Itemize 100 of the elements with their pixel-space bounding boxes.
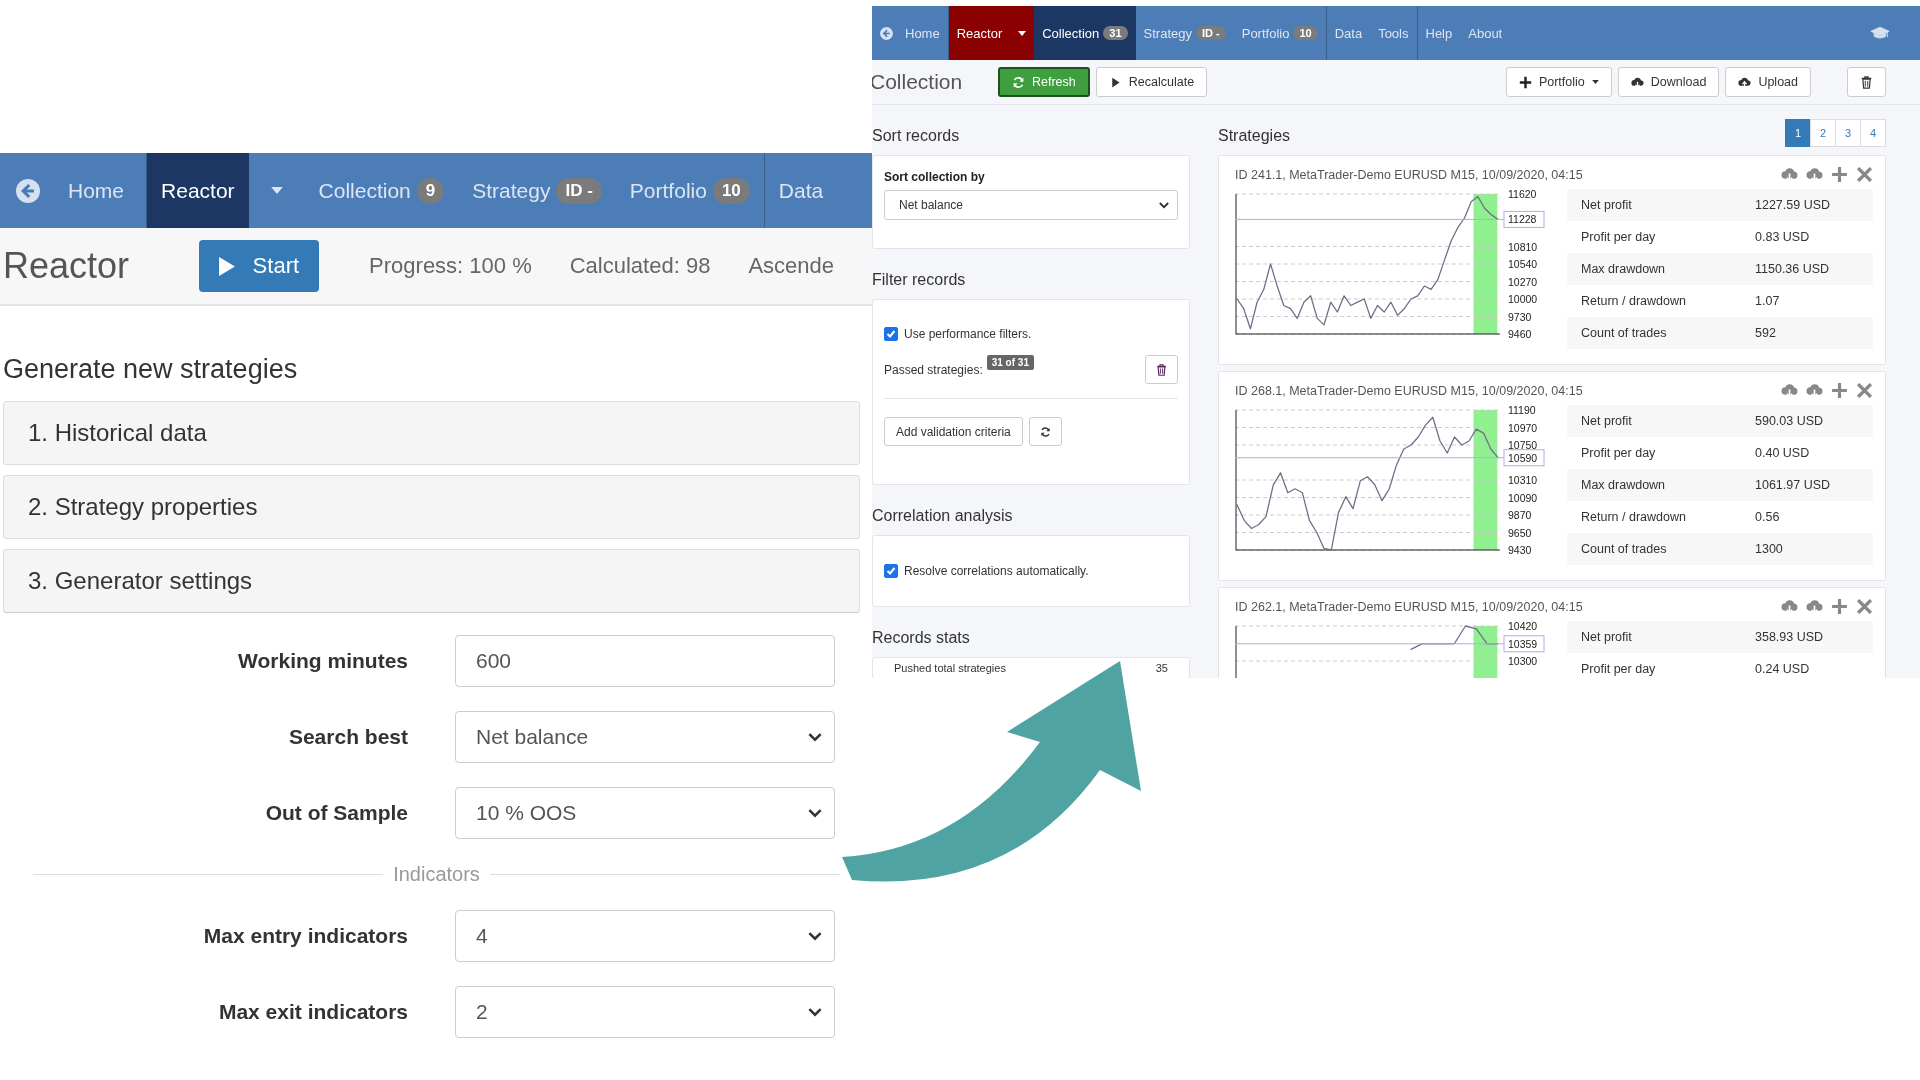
- refresh-button[interactable]: [1028, 417, 1062, 446]
- stat-label: Pushed total strategies: [894, 662, 1006, 674]
- stat-label: Profit per day: [1580, 662, 1657, 676]
- cloud-upload-icon: [1738, 75, 1752, 89]
- value-label: 10359: [1508, 637, 1538, 650]
- stat-label: Return / drawdown: [1580, 510, 1687, 524]
- plus-icon: [1518, 75, 1532, 89]
- close-icon[interactable]: [1856, 598, 1873, 615]
- panel-title: Correlation analysis: [872, 507, 1014, 525]
- toolbar-button[interactable]: Recalculate: [1095, 67, 1208, 97]
- accordion-header[interactable]: 3. Generator settings: [3, 549, 860, 613]
- close-icon[interactable]: [1856, 382, 1873, 399]
- cloud-download-icon: [1630, 75, 1644, 89]
- toolbar-button[interactable]: Upload: [1725, 67, 1811, 97]
- select-field[interactable]: 10 % OOS: [455, 787, 835, 839]
- stat-label: Net profit: [1580, 198, 1633, 212]
- close-icon[interactable]: [1856, 166, 1873, 183]
- select-field[interactable]: Net balance: [884, 190, 1178, 220]
- plus-icon[interactable]: [1831, 598, 1848, 615]
- page-link[interactable]: 3: [1835, 119, 1861, 147]
- status-text: Calculated: 98: [569, 253, 711, 279]
- section-heading: Generate new strategies: [3, 354, 299, 385]
- input-field[interactable]: 600: [455, 635, 835, 687]
- strategy-title: ID 262.1, MetaTrader-Demo EURUSD M15, 10/09/2020, 04:15: [1235, 599, 1583, 614]
- delete-button[interactable]: [1847, 67, 1886, 97]
- panel-title: Sort records: [872, 127, 961, 145]
- select-field[interactable]: 2: [455, 986, 835, 1038]
- nav-tab[interactable]: Portfolio 10: [1233, 6, 1326, 60]
- axis-tick-label: 10300: [1508, 655, 1538, 667]
- checkbox[interactable]: [884, 327, 898, 341]
- nav-tab[interactable]: Portfolio 10: [615, 153, 764, 228]
- axis-tick-label: 9460: [1508, 328, 1532, 339]
- home-link[interactable]: Home: [872, 6, 948, 60]
- play-icon: [218, 256, 235, 276]
- nav-tab[interactable]: Strategy ID -: [1135, 6, 1234, 60]
- stat-value: 1150.36 USD: [1755, 262, 1830, 276]
- stat-label: Return / drawdown: [1580, 294, 1687, 308]
- chevron-down-icon: [808, 931, 822, 941]
- stat-label: Net profit: [1580, 630, 1633, 644]
- add-criteria-button[interactable]: Add validation criteria: [884, 417, 1023, 446]
- back-arrow-icon: [880, 26, 893, 40]
- toolbar-button[interactable]: Download: [1617, 67, 1720, 97]
- stat-label: Count of trades: [1580, 542, 1668, 556]
- start-button[interactable]: Start: [198, 240, 320, 292]
- stat-value: 35: [1155, 662, 1168, 674]
- accordion-header[interactable]: 1. Historical data: [3, 401, 860, 465]
- axis-tick-label: 11190: [1508, 405, 1536, 416]
- caret-icon: [1018, 30, 1027, 36]
- accordion-header[interactable]: 2. Strategy properties: [3, 475, 860, 539]
- axis-tick-label: 9730: [1508, 310, 1532, 323]
- nav-tab[interactable]: Data: [1326, 6, 1371, 60]
- panel-title: Strategies: [1218, 127, 1291, 145]
- axis-tick-label: 10000: [1508, 293, 1538, 305]
- chevron-down-icon: [808, 808, 822, 818]
- stat-label: Profit per day: [1580, 446, 1657, 460]
- stat-value: 1227.59 USD: [1755, 198, 1831, 212]
- nav-tab[interactable]: Strategy ID -: [458, 153, 616, 228]
- refresh-icon: [1012, 75, 1025, 89]
- page-link[interactable]: 1: [1785, 119, 1811, 147]
- trash-icon: [1860, 75, 1873, 89]
- strategy-title: ID 241.1, MetaTrader-Demo EURUSD M15, 10/09/2020, 04:15: [1235, 167, 1583, 182]
- stat-value: 0.40 USD: [1755, 446, 1810, 460]
- status-text: Progress: 100 %: [369, 253, 532, 279]
- axis-tick-label: 10810: [1508, 240, 1538, 253]
- axis-tick-label: 9870: [1508, 509, 1532, 521]
- nav-tab[interactable]: Help: [1417, 6, 1461, 60]
- plus-icon[interactable]: [1831, 166, 1848, 183]
- nav-tab[interactable]: Collection 31: [1034, 6, 1136, 60]
- plus-icon[interactable]: [1831, 382, 1848, 399]
- axis-tick-label: 9650: [1508, 526, 1532, 539]
- stat-value: 0.56: [1755, 510, 1780, 524]
- select-field[interactable]: Net balance: [455, 711, 835, 763]
- axis-tick-label: 11620: [1508, 189, 1537, 200]
- graduation-cap-icon[interactable]: [1870, 26, 1890, 40]
- delete-button[interactable]: [1145, 355, 1178, 384]
- stat-label: Max drawdown: [1580, 478, 1667, 492]
- select-field[interactable]: 4: [455, 910, 835, 962]
- value-label: 10590: [1508, 451, 1538, 464]
- page-link[interactable]: 4: [1860, 119, 1886, 147]
- value-label: 11228: [1508, 213, 1537, 226]
- toolbar-button[interactable]: Refresh: [998, 67, 1090, 97]
- checkbox[interactable]: [884, 564, 898, 578]
- passed-label: Passed strategies:: [884, 362, 983, 377]
- axis-tick-label: 10310: [1508, 474, 1538, 486]
- toolbar-button[interactable]: Portfolio: [1505, 67, 1612, 97]
- stat-value: 590.03 USD: [1755, 414, 1824, 428]
- nav-tab[interactable]: About: [1460, 6, 1511, 60]
- nav-tab[interactable]: Reactor: [147, 153, 249, 228]
- dropdown-toggle[interactable]: [1010, 6, 1035, 60]
- axis-tick-label: 10750: [1508, 439, 1538, 451]
- nav-tab[interactable]: Collection 9: [304, 153, 459, 228]
- nav-tab[interactable]: Reactor: [948, 6, 1011, 60]
- panel-title: Records stats: [872, 629, 971, 647]
- nav-tab[interactable]: Data: [764, 153, 838, 228]
- page-link[interactable]: 2: [1810, 119, 1836, 147]
- home-link[interactable]: Home: [0, 153, 147, 228]
- nav-tab[interactable]: Tools: [1370, 6, 1417, 60]
- refresh-icon: [1039, 425, 1051, 438]
- out-of-sample-band: [1473, 626, 1498, 678]
- stat-value: 1300: [1755, 542, 1783, 556]
